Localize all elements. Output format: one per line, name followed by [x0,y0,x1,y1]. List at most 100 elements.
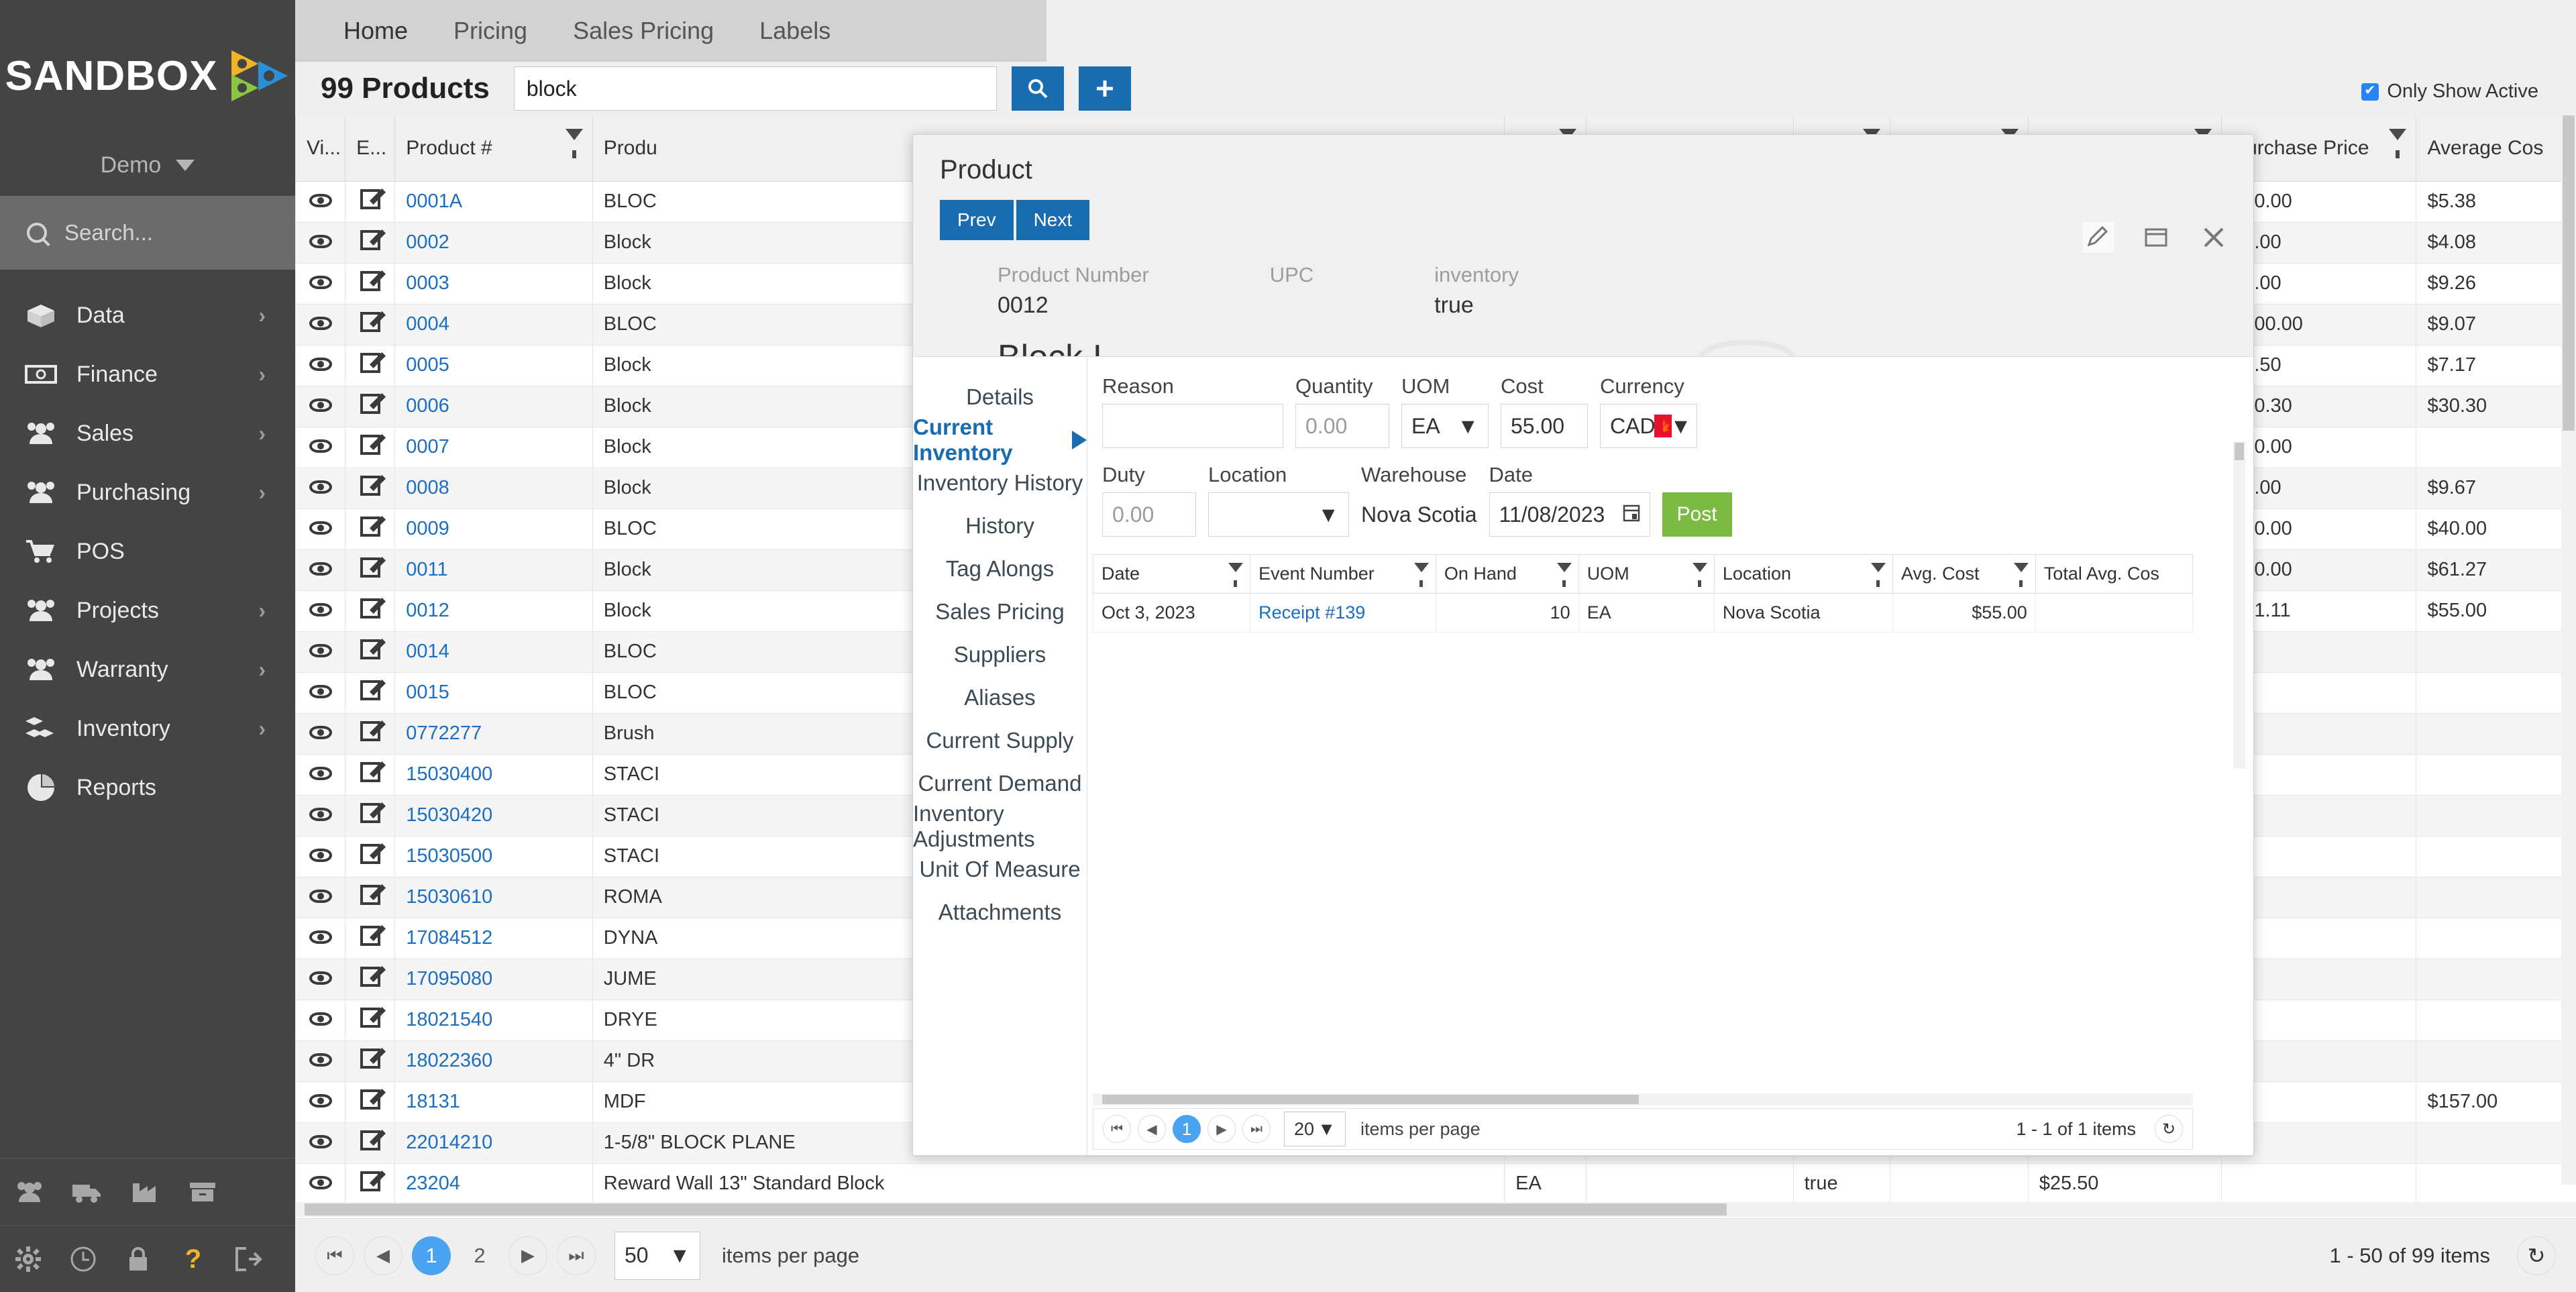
product-link[interactable]: 0009 [406,518,449,539]
product-link[interactable]: 22014210 [406,1132,492,1153]
edit-icon[interactable] [360,598,380,618]
gear-icon[interactable] [12,1244,44,1275]
inventory-row[interactable]: Oct 3, 2023 Receipt #139 10 EA Nova Scotia $5… [1092,593,2194,633]
prev-record-button[interactable]: Prev [940,200,1014,240]
eye-icon[interactable] [309,480,332,494]
eye-icon[interactable] [309,235,332,248]
maximize-icon[interactable] [2141,222,2171,253]
edit-cell[interactable] [345,671,396,714]
product-link[interactable]: 0015 [406,682,449,703]
filter-icon[interactable] [1692,563,1707,587]
tab-home[interactable]: Home [321,0,431,62]
scrollbar-thumb[interactable] [2563,115,2575,431]
view-cell[interactable] [295,712,346,755]
view-cell[interactable] [295,180,346,223]
inventory-vertical-scrollbar[interactable] [2233,441,2245,769]
prev-page-button[interactable]: ◀ [1138,1115,1166,1143]
view-cell[interactable] [295,344,346,386]
view-cell[interactable] [295,999,346,1041]
product-link[interactable]: 0772277 [406,722,482,744]
product-number-cell[interactable]: 0001A [394,180,593,223]
next-record-button[interactable]: Next [1016,200,1090,240]
product-number-cell[interactable]: 0003 [394,262,593,305]
next-page-button[interactable]: ▶ [1208,1115,1236,1143]
product-link[interactable]: 0011 [406,559,447,580]
product-number-cell[interactable]: 0772277 [394,712,593,755]
edit-cell[interactable] [345,958,396,1000]
lock-icon[interactable] [122,1244,154,1275]
view-cell[interactable] [295,917,346,959]
modal-nav-current-supply[interactable]: Current Supply [913,719,1087,762]
reason-input[interactable] [1102,404,1283,448]
view-cell[interactable] [295,1163,346,1205]
product-number-cell[interactable]: 0015 [394,671,593,714]
grid-horizontal-scrollbar[interactable] [295,1202,2576,1217]
page-button-1[interactable]: 1 [412,1236,451,1275]
edit-cell[interactable] [345,712,396,755]
product-number-cell[interactable]: 23204 [394,1163,593,1205]
last-page-button[interactable]: ⏭ [1242,1115,1271,1143]
page-size-select[interactable]: 50 ▼ [614,1231,700,1280]
eye-icon[interactable] [309,1053,332,1067]
product-number-cell[interactable]: 0014 [394,631,593,673]
product-link[interactable]: 15030500 [406,845,492,867]
inventory-column-header[interactable]: Date [1092,554,1251,594]
sidebar-item-purchasing[interactable]: Purchasing › [0,463,295,522]
eye-icon[interactable] [309,194,332,207]
eye-icon[interactable] [309,358,332,371]
inventory-column-header[interactable]: Location [1713,554,1893,594]
sidebar-item-pos[interactable]: POS [0,522,295,581]
product-link[interactable]: 0002 [406,231,449,253]
product-link[interactable]: 18022360 [406,1050,492,1071]
page-button-1[interactable]: 1 [1173,1115,1201,1143]
edit-cell[interactable] [345,1122,396,1164]
edit-icon[interactable] [360,639,380,659]
product-number-cell[interactable]: 0002 [394,221,593,264]
calendar-icon[interactable] [1623,502,1640,527]
scrollbar-thumb[interactable] [2235,443,2244,460]
product-number-cell[interactable]: 0004 [394,303,593,345]
product-number-cell[interactable]: 0006 [394,385,593,427]
grid-vertical-scrollbar[interactable] [2561,115,2576,1185]
clock-icon[interactable] [67,1244,99,1275]
product-link[interactable]: 23204 [406,1173,460,1194]
product-number-cell[interactable]: 18021540 [394,999,593,1041]
eye-icon[interactable] [309,726,332,739]
edit-icon[interactable] [360,1089,380,1110]
product-number-cell[interactable]: 0008 [394,467,593,509]
filter-icon[interactable] [1413,563,1429,587]
truck-icon[interactable] [70,1177,105,1207]
next-page-button[interactable]: ▶ [508,1236,547,1275]
edit-icon[interactable] [360,802,380,823]
view-cell[interactable] [295,1122,346,1164]
edit-icon[interactable] [360,1048,380,1069]
filter-icon[interactable] [565,129,583,158]
eye-icon[interactable] [309,890,332,903]
refresh-icon[interactable]: ↻ [2517,1236,2556,1275]
modal-nav-tag-alongs[interactable]: Tag Alongs [913,547,1087,590]
product-link[interactable]: 0007 [406,436,449,457]
edit-cell[interactable] [345,917,396,959]
tab-sales-pricing[interactable]: Sales Pricing [550,0,737,62]
view-cell[interactable] [295,631,346,673]
edit-cell[interactable] [345,508,396,550]
search-button[interactable] [1011,66,1064,111]
filter-icon[interactable] [1870,563,1886,587]
product-number-cell[interactable]: 15030420 [394,794,593,837]
product-number-cell[interactable]: 17084512 [394,917,593,959]
column-header[interactable]: Product # [394,115,593,182]
product-link[interactable]: 0006 [406,395,449,417]
modal-nav-inventory-adjustments[interactable]: Inventory Adjustments [913,801,1087,851]
edit-cell[interactable] [345,876,396,918]
filter-icon[interactable] [2389,129,2407,158]
inventory-column-header[interactable]: UOM [1578,554,1715,594]
eye-icon[interactable] [309,767,332,780]
edit-icon[interactable] [360,229,380,250]
inventory-column-header[interactable]: On Hand [1435,554,1579,594]
filter-icon[interactable] [1556,563,1572,587]
view-cell[interactable] [295,508,346,550]
product-link[interactable]: 0004 [406,313,449,335]
question-icon[interactable]: ? [177,1244,209,1275]
sidebar-item-warranty[interactable]: Warranty › [0,640,295,699]
refresh-icon[interactable]: ↻ [2155,1115,2183,1143]
